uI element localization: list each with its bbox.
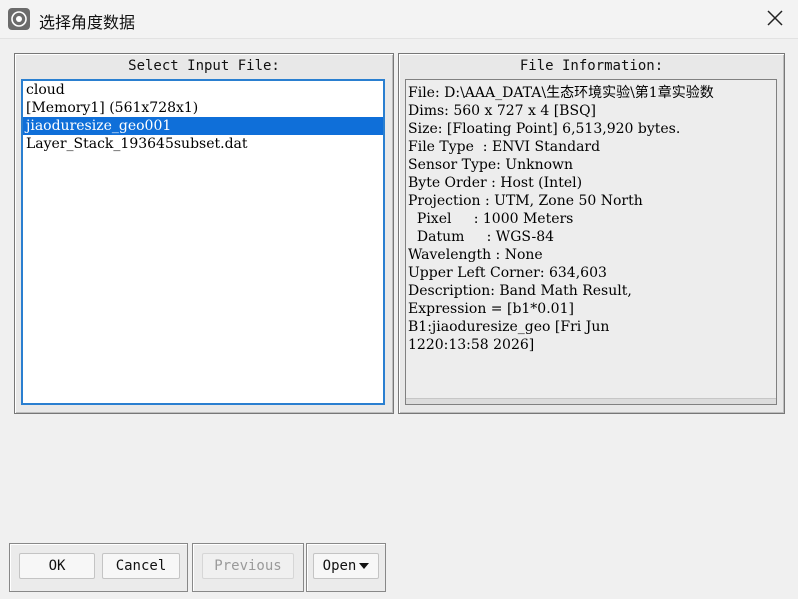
input-file-panel: Select Input File: cloud [Memory1] (561x7… — [14, 53, 394, 414]
list-item[interactable]: Layer_Stack_193645subset.dat — [23, 135, 383, 153]
button-bar: OK Cancel Previous Open — [9, 543, 386, 592]
ok-button[interactable]: OK — [19, 553, 95, 579]
info-line: Sensor Type: Unknown — [408, 157, 574, 173]
list-item[interactable]: jiaoduresize_geo001 — [23, 117, 383, 135]
info-line: Wavelength : None — [408, 247, 543, 263]
open-label: Open — [322, 558, 357, 574]
info-line: Size: [Floating Point] 6,513,920 bytes. — [408, 121, 681, 137]
app-icon — [8, 8, 30, 30]
file-info-text[interactable]: File: D:\AAA_DATA\生态环境实验\第1章实验数 Dims: 560… — [405, 79, 777, 405]
info-line: Description: Band Math Result, — [408, 283, 632, 299]
ok-cancel-group: OK Cancel — [9, 543, 188, 592]
caret-down-icon — [359, 563, 370, 569]
info-line: Projection : UTM, Zone 50 North — [408, 193, 643, 209]
cancel-button[interactable]: Cancel — [102, 553, 180, 579]
info-line: File Type : ENVI Standard — [408, 139, 601, 155]
title-bar: 选择角度数据 — [0, 0, 798, 39]
previous-button[interactable]: Previous — [202, 553, 294, 579]
info-line: B1:jiaoduresize_geo [Fri Jun — [408, 319, 610, 335]
info-line: File: D:\AAA_DATA\生态环境实验\第1章实验数 — [408, 85, 714, 101]
input-file-list[interactable]: cloud [Memory1] (561x728x1) jiaoduresize_g… — [21, 79, 385, 405]
previous-group: Previous — [192, 543, 304, 592]
open-group: Open — [306, 543, 386, 592]
info-line: Dims: 560 x 727 x 4 [BSQ] — [408, 103, 597, 119]
info-line: Datum : WGS-84 — [408, 229, 555, 245]
info-line: Expression = [b1*0.01] — [408, 301, 574, 317]
open-dropdown-button[interactable]: Open — [313, 553, 379, 579]
horizontal-scrollbar[interactable] — [406, 398, 776, 404]
window-title: 选择角度数据 — [39, 13, 136, 32]
file-info-header: File Information: — [519, 58, 664, 74]
input-file-header: Select Input File: — [128, 58, 280, 74]
info-line: Pixel : 1000 Meters — [408, 211, 574, 227]
info-line: Upper Left Corner: 634,603 — [408, 265, 607, 281]
list-item[interactable]: cloud — [23, 81, 383, 99]
file-info-panel: File Information: File: D:\AAA_DATA\生态环境… — [398, 53, 785, 414]
info-line: Byte Order : Host (Intel) — [408, 175, 583, 191]
list-item[interactable]: [Memory1] (561x728x1) — [23, 99, 383, 117]
info-line: 1220:13:58 2026] — [408, 337, 535, 353]
close-icon[interactable] — [764, 7, 786, 29]
